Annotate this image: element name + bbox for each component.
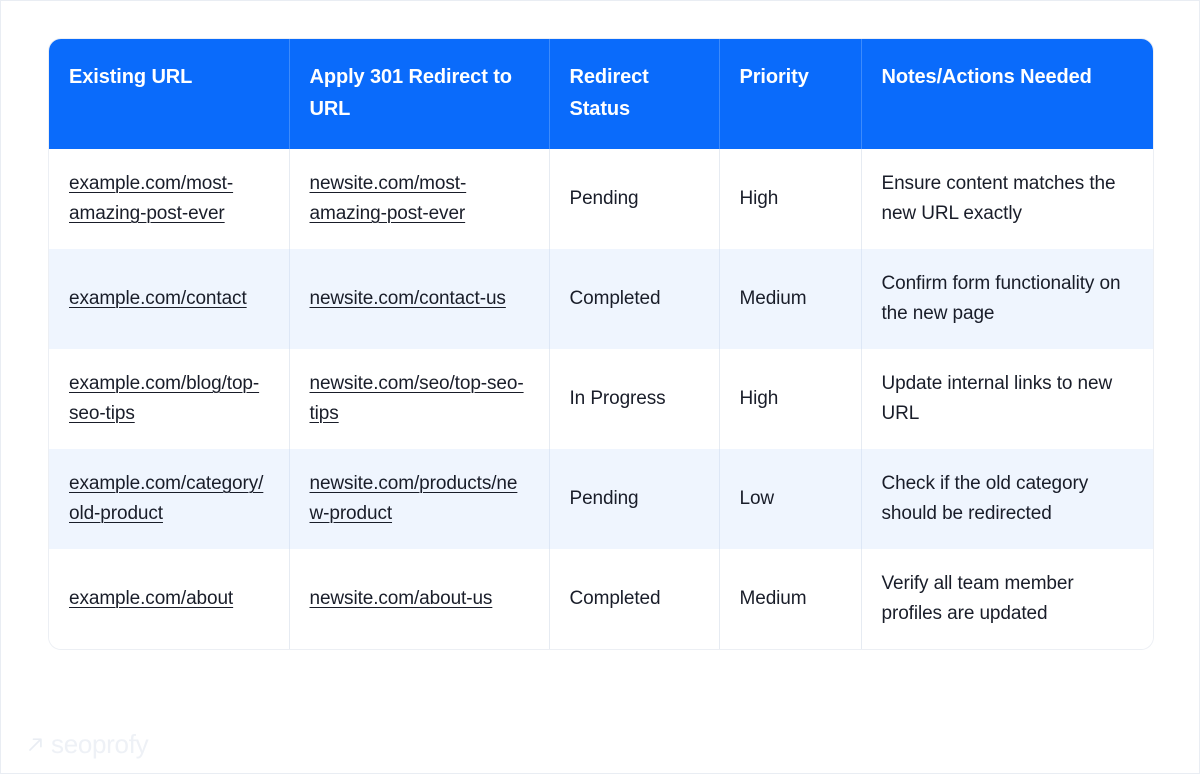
redirect-plan-table: Existing URL Apply 301 Redirect to URL R…	[49, 39, 1153, 650]
cell-redirect-status: Completed	[549, 249, 720, 350]
cell-notes: Ensure content matches the new URL exact…	[861, 149, 1153, 250]
redirect-to-url-link[interactable]: newsite.com/products/new-product	[310, 473, 518, 524]
column-header-notes-actions-needed[interactable]: Notes/Actions Needed	[861, 39, 1153, 149]
table-row: example.com/blog/top-seo-tips newsite.co…	[49, 349, 1153, 450]
arrow-up-right-icon	[27, 736, 44, 753]
cell-priority: Medium	[719, 549, 862, 650]
column-header-priority[interactable]: Priority	[719, 39, 862, 149]
cell-redirect-status: Pending	[549, 449, 720, 550]
cell-notes: Verify all team member profiles are upda…	[861, 549, 1153, 650]
cell-redirect-to-url: newsite.com/products/new-product	[289, 449, 550, 550]
existing-url-link[interactable]: example.com/category/old-product	[69, 473, 263, 524]
cell-redirect-to-url: newsite.com/seo/top-seo-tips	[289, 349, 550, 450]
existing-url-link[interactable]: example.com/about	[69, 588, 233, 609]
existing-url-link[interactable]: example.com/contact	[69, 288, 247, 309]
table-header-row: Existing URL Apply 301 Redirect to URL R…	[49, 39, 1153, 149]
cell-notes: Check if the old category should be redi…	[861, 449, 1153, 550]
cell-existing-url: example.com/category/old-product	[49, 449, 290, 550]
existing-url-link[interactable]: example.com/blog/top-seo-tips	[69, 373, 259, 424]
cell-existing-url: example.com/about	[49, 549, 290, 650]
cell-redirect-status: Pending	[549, 149, 720, 250]
watermark-brand-label: seoprofy	[51, 729, 149, 759]
cell-priority: High	[719, 149, 862, 250]
cell-existing-url: example.com/most-amazing-post-ever	[49, 149, 290, 250]
cell-priority: Medium	[719, 249, 862, 350]
table-row: example.com/most-amazing-post-ever newsi…	[49, 149, 1153, 250]
redirect-to-url-link[interactable]: newsite.com/most-amazing-post-ever	[310, 173, 467, 224]
redirect-to-url-link[interactable]: newsite.com/contact-us	[310, 288, 506, 309]
redirect-plan-table-container: Existing URL Apply 301 Redirect to URL R…	[49, 39, 1153, 650]
table-row: example.com/about newsite.com/about-us C…	[49, 549, 1153, 650]
column-header-existing-url[interactable]: Existing URL	[49, 39, 290, 149]
table-row: example.com/category/old-product newsite…	[49, 449, 1153, 550]
cell-redirect-status: In Progress	[549, 349, 720, 450]
cell-redirect-to-url: newsite.com/most-amazing-post-ever	[289, 149, 550, 250]
seoprofy-watermark: seoprofy	[27, 729, 149, 759]
column-header-apply-301-redirect-to-url[interactable]: Apply 301 Redirect to URL	[289, 39, 550, 149]
page-frame: Existing URL Apply 301 Redirect to URL R…	[0, 0, 1200, 774]
cell-priority: Low	[719, 449, 862, 550]
column-header-redirect-status[interactable]: Redirect Status	[549, 39, 720, 149]
table-header: Existing URL Apply 301 Redirect to URL R…	[49, 39, 1153, 149]
cell-redirect-to-url: newsite.com/contact-us	[289, 249, 550, 350]
redirect-to-url-link[interactable]: newsite.com/seo/top-seo-tips	[310, 373, 524, 424]
cell-notes: Confirm form functionality on the new pa…	[861, 249, 1153, 350]
table-row: example.com/contact newsite.com/contact-…	[49, 249, 1153, 350]
cell-existing-url: example.com/contact	[49, 249, 290, 350]
cell-redirect-to-url: newsite.com/about-us	[289, 549, 550, 650]
cell-redirect-status: Completed	[549, 549, 720, 650]
cell-notes: Update internal links to new URL	[861, 349, 1153, 450]
redirect-to-url-link[interactable]: newsite.com/about-us	[310, 588, 493, 609]
table-body: example.com/most-amazing-post-ever newsi…	[49, 149, 1153, 650]
cell-existing-url: example.com/blog/top-seo-tips	[49, 349, 290, 450]
existing-url-link[interactable]: example.com/most-amazing-post-ever	[69, 173, 233, 224]
cell-priority: High	[719, 349, 862, 450]
